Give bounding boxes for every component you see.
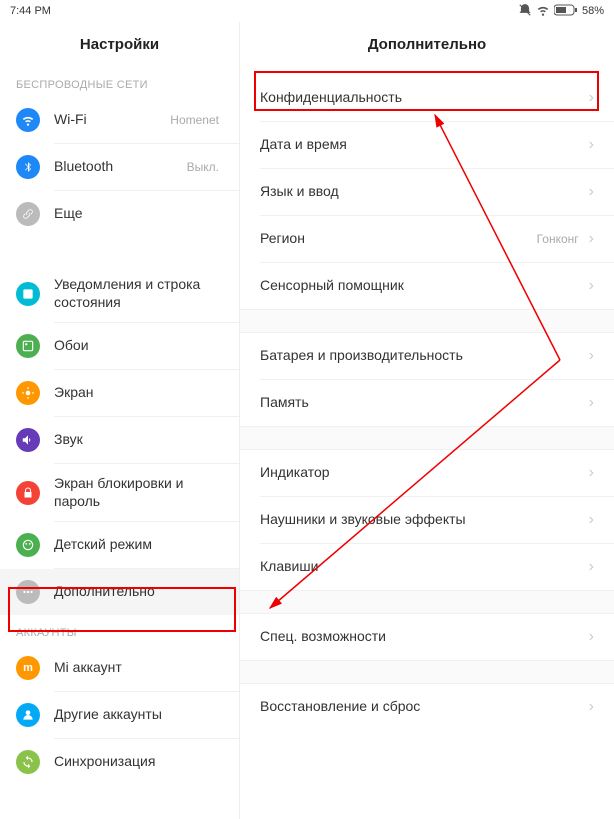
wifi-icon bbox=[16, 108, 40, 132]
indicator-label: Индикатор bbox=[260, 464, 583, 482]
keys-label: Клавиши bbox=[260, 558, 583, 576]
chevron-right-icon: › bbox=[589, 230, 594, 248]
sound-icon bbox=[16, 428, 40, 452]
sidebar-title: Настройки bbox=[0, 22, 239, 67]
display-label: Экран bbox=[54, 384, 223, 402]
item-headphones[interactable]: Наушники и звуковые эффекты › bbox=[240, 497, 614, 543]
sidebar-item-childmode[interactable]: Детский режим bbox=[0, 522, 239, 568]
chevron-right-icon: › bbox=[589, 464, 594, 482]
status-bar: 7:44 PM 58% bbox=[0, 0, 614, 22]
item-privacy[interactable]: Конфиденциальность › bbox=[240, 75, 614, 121]
bluetooth-icon bbox=[16, 155, 40, 179]
chevron-right-icon: › bbox=[589, 347, 594, 365]
item-memory[interactable]: Память › bbox=[240, 380, 614, 426]
item-reset[interactable]: Восстановление и сброс › bbox=[240, 684, 614, 730]
person-icon bbox=[16, 703, 40, 727]
chevron-right-icon: › bbox=[589, 277, 594, 295]
sensor-label: Сенсорный помощник bbox=[260, 277, 583, 295]
sidebar-item-sound[interactable]: Звук bbox=[0, 417, 239, 463]
sidebar-item-more[interactable]: Еще bbox=[0, 191, 239, 237]
additional-label: Дополнительно bbox=[54, 583, 223, 601]
battery-percent: 58% bbox=[582, 5, 604, 17]
lockscreen-label: Экран блокировки и пароль bbox=[54, 475, 223, 510]
link-icon bbox=[16, 202, 40, 226]
sidebar-item-additional[interactable]: Дополнительно bbox=[0, 569, 239, 615]
otheraccounts-label: Другие аккаунты bbox=[54, 706, 223, 724]
sidebar-item-lockscreen[interactable]: Экран блокировки и пароль bbox=[0, 464, 239, 521]
chevron-right-icon: › bbox=[589, 89, 594, 107]
section-wireless: БЕСПРОВОДНЫЕ СЕТИ bbox=[0, 67, 239, 97]
section-accounts: АККАУНТЫ bbox=[0, 615, 239, 645]
chevron-right-icon: › bbox=[589, 183, 594, 201]
more-label: Еще bbox=[54, 205, 223, 223]
datetime-label: Дата и время bbox=[260, 136, 583, 154]
sidebar-item-otheraccounts[interactable]: Другие аккаунты bbox=[0, 692, 239, 738]
accessibility-label: Спец. возможности bbox=[260, 628, 583, 646]
battery-label: Батарея и производительность bbox=[260, 347, 583, 365]
item-indicator[interactable]: Индикатор › bbox=[240, 450, 614, 496]
item-datetime[interactable]: Дата и время › bbox=[240, 122, 614, 168]
miaccount-label: Mi аккаунт bbox=[54, 659, 223, 677]
wallpaper-label: Обои bbox=[54, 337, 223, 355]
chevron-right-icon: › bbox=[589, 628, 594, 646]
notifications-label: Уведомления и строка состояния bbox=[54, 276, 223, 311]
item-language[interactable]: Язык и ввод › bbox=[240, 169, 614, 215]
chevron-right-icon: › bbox=[589, 511, 594, 529]
sidebar-item-wifi[interactable]: Wi-Fi Homenet bbox=[0, 97, 239, 143]
sidebar-item-miaccount[interactable]: m Mi аккаунт bbox=[0, 645, 239, 691]
item-sensor[interactable]: Сенсорный помощник › bbox=[240, 263, 614, 309]
childmode-label: Детский режим bbox=[54, 536, 223, 554]
child-icon bbox=[16, 533, 40, 557]
item-battery[interactable]: Батарея и производительность › bbox=[240, 333, 614, 379]
privacy-label: Конфиденциальность bbox=[260, 89, 583, 107]
sidebar-item-sync[interactable]: Синхронизация bbox=[0, 739, 239, 785]
status-time: 7:44 PM bbox=[10, 5, 51, 17]
language-label: Язык и ввод bbox=[260, 183, 583, 201]
chevron-right-icon: › bbox=[589, 136, 594, 154]
sidebar-item-notifications[interactable]: Уведомления и строка состояния bbox=[0, 265, 239, 322]
sync-label: Синхронизация bbox=[54, 753, 223, 771]
sync-icon bbox=[16, 750, 40, 774]
status-indicators: 58% bbox=[518, 3, 604, 20]
item-region[interactable]: Регион Гонконг › bbox=[240, 216, 614, 262]
battery-icon bbox=[554, 4, 578, 19]
notifications-icon bbox=[16, 282, 40, 306]
region-label: Регион bbox=[260, 230, 537, 248]
detail-pane: Дополнительно Конфиденциальность › Дата … bbox=[240, 22, 614, 819]
lock-icon bbox=[16, 481, 40, 505]
bluetooth-value: Выкл. bbox=[187, 160, 219, 174]
item-keys[interactable]: Клавиши › bbox=[240, 544, 614, 590]
bluetooth-label: Bluetooth bbox=[54, 158, 187, 176]
reset-label: Восстановление и сброс bbox=[260, 698, 583, 716]
memory-label: Память bbox=[260, 394, 583, 412]
mi-icon: m bbox=[16, 656, 40, 680]
display-icon bbox=[16, 381, 40, 405]
detail-title: Дополнительно bbox=[240, 22, 614, 67]
dots-icon bbox=[16, 580, 40, 604]
settings-sidebar: Настройки БЕСПРОВОДНЫЕ СЕТИ Wi-Fi Homene… bbox=[0, 22, 240, 819]
item-accessibility[interactable]: Спец. возможности › bbox=[240, 614, 614, 660]
chevron-right-icon: › bbox=[589, 394, 594, 412]
headphones-label: Наушники и звуковые эффекты bbox=[260, 511, 583, 529]
sound-label: Звук bbox=[54, 431, 223, 449]
sidebar-item-wallpaper[interactable]: Обои bbox=[0, 323, 239, 369]
wifi-value: Homenet bbox=[170, 113, 219, 127]
chevron-right-icon: › bbox=[589, 558, 594, 576]
wallpaper-icon bbox=[16, 334, 40, 358]
region-value: Гонконг bbox=[537, 232, 579, 246]
wifi-icon bbox=[536, 3, 550, 20]
sidebar-item-display[interactable]: Экран bbox=[0, 370, 239, 416]
chevron-right-icon: › bbox=[589, 698, 594, 716]
wifi-label: Wi-Fi bbox=[54, 111, 170, 129]
sidebar-item-bluetooth[interactable]: Bluetooth Выкл. bbox=[0, 144, 239, 190]
dnd-icon bbox=[518, 3, 532, 20]
